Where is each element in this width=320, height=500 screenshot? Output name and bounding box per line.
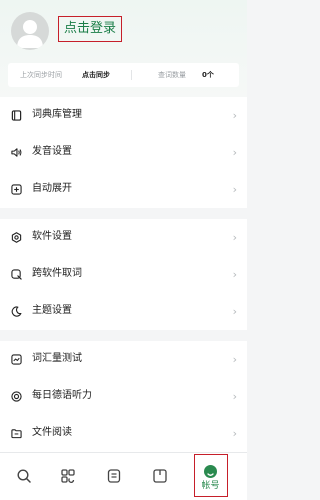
- query-count-value: 0个: [202, 71, 214, 79]
- search-icon: [17, 469, 31, 483]
- menu-item-label: 自动展开: [32, 183, 72, 194]
- menu-item-auto-expand[interactable]: 自动展开 ›: [0, 171, 247, 208]
- magnifier-icon: [11, 269, 22, 280]
- chevron-right-icon: ›: [232, 231, 237, 244]
- tab-search[interactable]: [6, 453, 42, 500]
- expand-icon: [11, 184, 22, 195]
- menu-item-label: 词典库管理: [32, 109, 82, 120]
- avatar[interactable]: [11, 12, 49, 50]
- folder-icon: [11, 429, 22, 439]
- chevron-right-icon: ›: [232, 390, 237, 403]
- menu-item-label: 发音设置: [32, 146, 72, 157]
- menu-item-vocab-test[interactable]: 词汇量测试 ›: [0, 341, 247, 378]
- menu-item-label: 词汇量测试: [32, 353, 82, 364]
- menu-item-cross-app-lookup[interactable]: 跨软件取词 ›: [0, 256, 247, 293]
- book-icon: [11, 110, 22, 121]
- sync-divider: [131, 70, 132, 80]
- chevron-right-icon: ›: [232, 353, 237, 366]
- login-button[interactable]: 点击登录: [58, 16, 123, 42]
- sync-card: 上次同步时间 点击同步 查词数量 0个: [8, 63, 239, 87]
- menu-group-dictionary: 词典库管理 › 发音设置 › 自动展开 ›: [0, 97, 247, 208]
- chevron-right-icon: ›: [232, 109, 237, 122]
- menu-group-settings: 软件设置 › 跨软件取词 › 主题设置 ›: [0, 219, 247, 330]
- menu-item-file-reading[interactable]: 文件阅读 ›: [0, 415, 247, 452]
- menu-item-pronunciation[interactable]: 发音设置 ›: [0, 134, 247, 171]
- chevron-right-icon: ›: [232, 305, 237, 318]
- menu-item-software-settings[interactable]: 软件设置 ›: [0, 219, 247, 256]
- tab-scan[interactable]: [50, 453, 86, 500]
- tab-account-label: 帐号: [201, 481, 220, 491]
- tab-account[interactable]: 帐号: [194, 454, 228, 497]
- tab-notebook[interactable]: [96, 453, 132, 500]
- menu-group-learning: 词汇量测试 › 每日德语听力 › 文件阅读 ›: [0, 341, 247, 452]
- chevron-right-icon: ›: [232, 427, 237, 440]
- menu-item-label: 每日德语听力: [32, 390, 92, 401]
- chevron-right-icon: ›: [232, 268, 237, 281]
- chevron-right-icon: ›: [232, 146, 237, 159]
- menu-item-label: 主题设置: [32, 305, 72, 316]
- menu-item-daily-listening[interactable]: 每日德语听力 ›: [0, 378, 247, 415]
- sync-button[interactable]: 点击同步: [82, 70, 110, 80]
- avatar-placeholder-icon: [17, 20, 43, 48]
- menu-item-label: 跨软件取词: [32, 268, 82, 279]
- notebook-icon: [107, 469, 121, 483]
- query-count-label: 查词数量: [158, 71, 186, 79]
- account-icon: [204, 465, 217, 478]
- bottom-tab-bar: 帐号: [0, 452, 247, 500]
- last-sync-label: 上次同步时间: [20, 71, 62, 79]
- tab-flashcard[interactable]: [142, 453, 178, 500]
- menu-item-label: 软件设置: [32, 231, 72, 242]
- flashcard-icon: [153, 469, 167, 483]
- settings-icon: [11, 232, 22, 243]
- speaker-icon: [11, 148, 22, 157]
- menu-item-dictionary-manage[interactable]: 词典库管理 ›: [0, 97, 247, 134]
- headphones-icon: [11, 391, 22, 402]
- menu-item-label: 文件阅读: [32, 427, 72, 438]
- chevron-right-icon: ›: [232, 183, 237, 196]
- menu-item-theme[interactable]: 主题设置 ›: [0, 293, 247, 330]
- moon-icon: [11, 306, 22, 317]
- chart-icon: [11, 354, 22, 365]
- profile-header: 点击登录 上次同步时间 点击同步 查词数量 0个: [0, 0, 247, 99]
- scan-icon: [61, 469, 75, 483]
